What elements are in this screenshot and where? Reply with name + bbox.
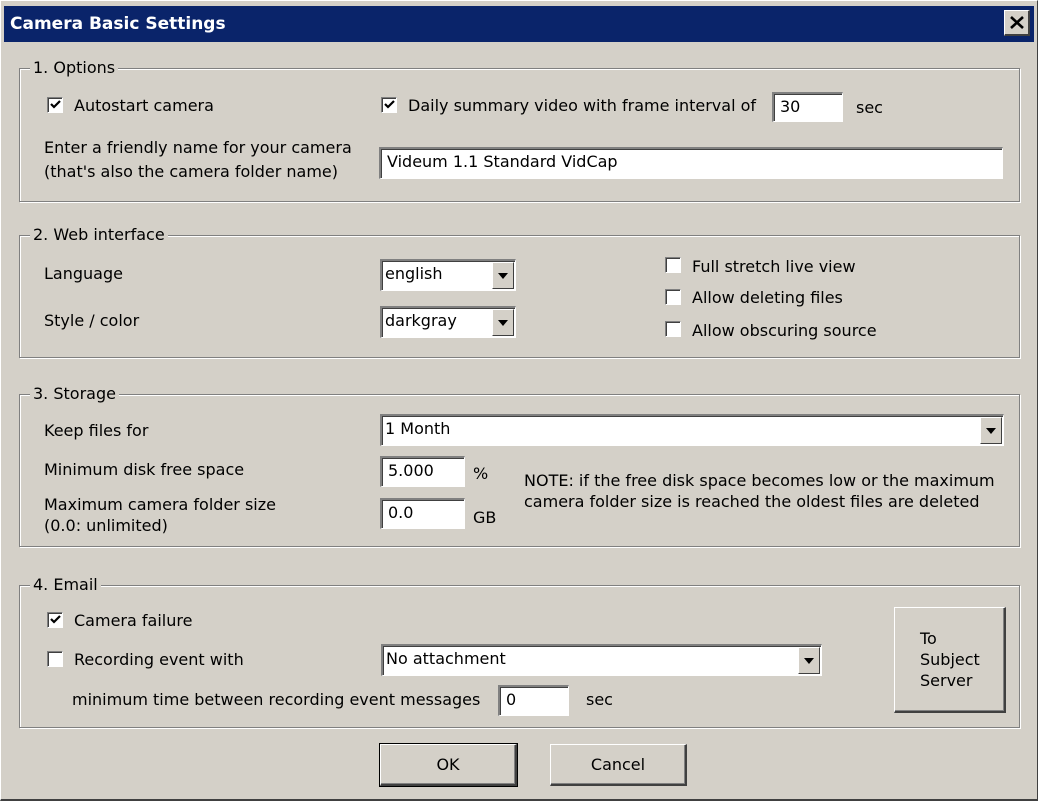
style-select[interactable]: darkgray (380, 306, 516, 338)
language-label: Language (44, 264, 123, 283)
min-time-unit: sec (586, 690, 613, 709)
keep-files-select[interactable]: 1 Month (380, 414, 1004, 446)
daily-summary-checkbox[interactable] (381, 97, 397, 113)
friendly-name-label-line1: Enter a friendly name for your camera (44, 138, 352, 157)
camera-failure-checkbox[interactable] (47, 612, 63, 628)
min-time-label: minimum time between recording event mes… (72, 690, 481, 709)
language-select[interactable]: english (380, 259, 516, 291)
title-bar: Camera Basic Settings (4, 6, 1034, 42)
chevron-down-icon (986, 427, 996, 434)
camera-basic-settings-dialog: Camera Basic Settings 1. Options Autosta… (0, 0, 1038, 801)
allow-deleting-checkbox[interactable] (665, 289, 681, 305)
allow-deleting-label[interactable]: Allow deleting files (692, 288, 843, 307)
storage-legend: 3. Storage (30, 384, 119, 403)
style-label: Style / color (44, 311, 140, 330)
autostart-label[interactable]: Autostart camera (74, 96, 214, 115)
recording-event-label[interactable]: Recording event with (74, 650, 244, 669)
ok-button[interactable]: OK (379, 743, 518, 787)
web-interface-legend: 2. Web interface (30, 225, 168, 244)
language-value: english (385, 264, 443, 283)
attachment-select[interactable]: No attachment (381, 644, 822, 676)
friendly-name-label-line2: (that's also the camera folder name) (44, 162, 339, 181)
style-dropdown-button[interactable] (492, 309, 514, 336)
daily-summary-label[interactable]: Daily summary video with frame interval … (408, 96, 756, 115)
full-stretch-checkbox[interactable] (665, 257, 681, 273)
frame-interval-unit: sec (856, 98, 883, 117)
max-folder-label-line1: Maximum camera folder size (44, 495, 276, 514)
to-subject-server-button[interactable]: To Subject Server (894, 607, 1006, 713)
min-disk-unit: % (473, 464, 489, 483)
checkmark-icon (50, 615, 61, 624)
close-icon (1009, 16, 1024, 29)
min-disk-label: Minimum disk free space (44, 460, 245, 479)
cancel-button[interactable]: Cancel (550, 744, 687, 786)
autostart-checkbox[interactable] (47, 97, 63, 113)
min-disk-input[interactable]: 5.000 (380, 456, 465, 487)
email-legend: 4. Email (30, 575, 101, 594)
allow-obscuring-label[interactable]: Allow obscuring source (692, 321, 877, 340)
checkmark-icon (384, 100, 395, 109)
camera-failure-label[interactable]: Camera failure (74, 611, 192, 630)
frame-interval-input[interactable]: 30 (772, 92, 843, 122)
checkmark-icon (50, 100, 61, 109)
storage-note-line2: camera folder size is reached the oldest… (524, 492, 980, 511)
min-time-input[interactable]: 0 (498, 685, 569, 716)
max-folder-label-line2: (0.0: unlimited) (44, 516, 168, 535)
attachment-value: No attachment (386, 649, 506, 668)
keep-files-value: 1 Month (385, 419, 451, 438)
chevron-down-icon (804, 657, 814, 664)
storage-note-line1: NOTE: if the free disk space becomes low… (524, 471, 995, 490)
close-button[interactable] (1004, 10, 1030, 36)
friendly-name-input[interactable]: Videum 1.1 Standard VidCap (379, 147, 1003, 179)
chevron-down-icon (498, 272, 508, 279)
options-group: 1. Options (19, 58, 1020, 202)
allow-obscuring-checkbox[interactable] (665, 321, 681, 337)
chevron-down-icon (498, 319, 508, 326)
max-folder-input[interactable]: 0.0 (380, 498, 465, 529)
to-subject-server-label: To Subject Server (920, 629, 980, 690)
window-title: Camera Basic Settings (10, 14, 226, 34)
style-value: darkgray (385, 311, 457, 330)
keep-files-dropdown-button[interactable] (980, 417, 1002, 444)
max-folder-unit: GB (473, 508, 497, 527)
attachment-dropdown-button[interactable] (798, 647, 820, 674)
full-stretch-label[interactable]: Full stretch live view (692, 257, 856, 276)
recording-event-checkbox[interactable] (47, 651, 63, 667)
language-dropdown-button[interactable] (492, 262, 514, 289)
keep-files-label: Keep files for (44, 421, 149, 440)
options-legend: 1. Options (30, 58, 119, 77)
